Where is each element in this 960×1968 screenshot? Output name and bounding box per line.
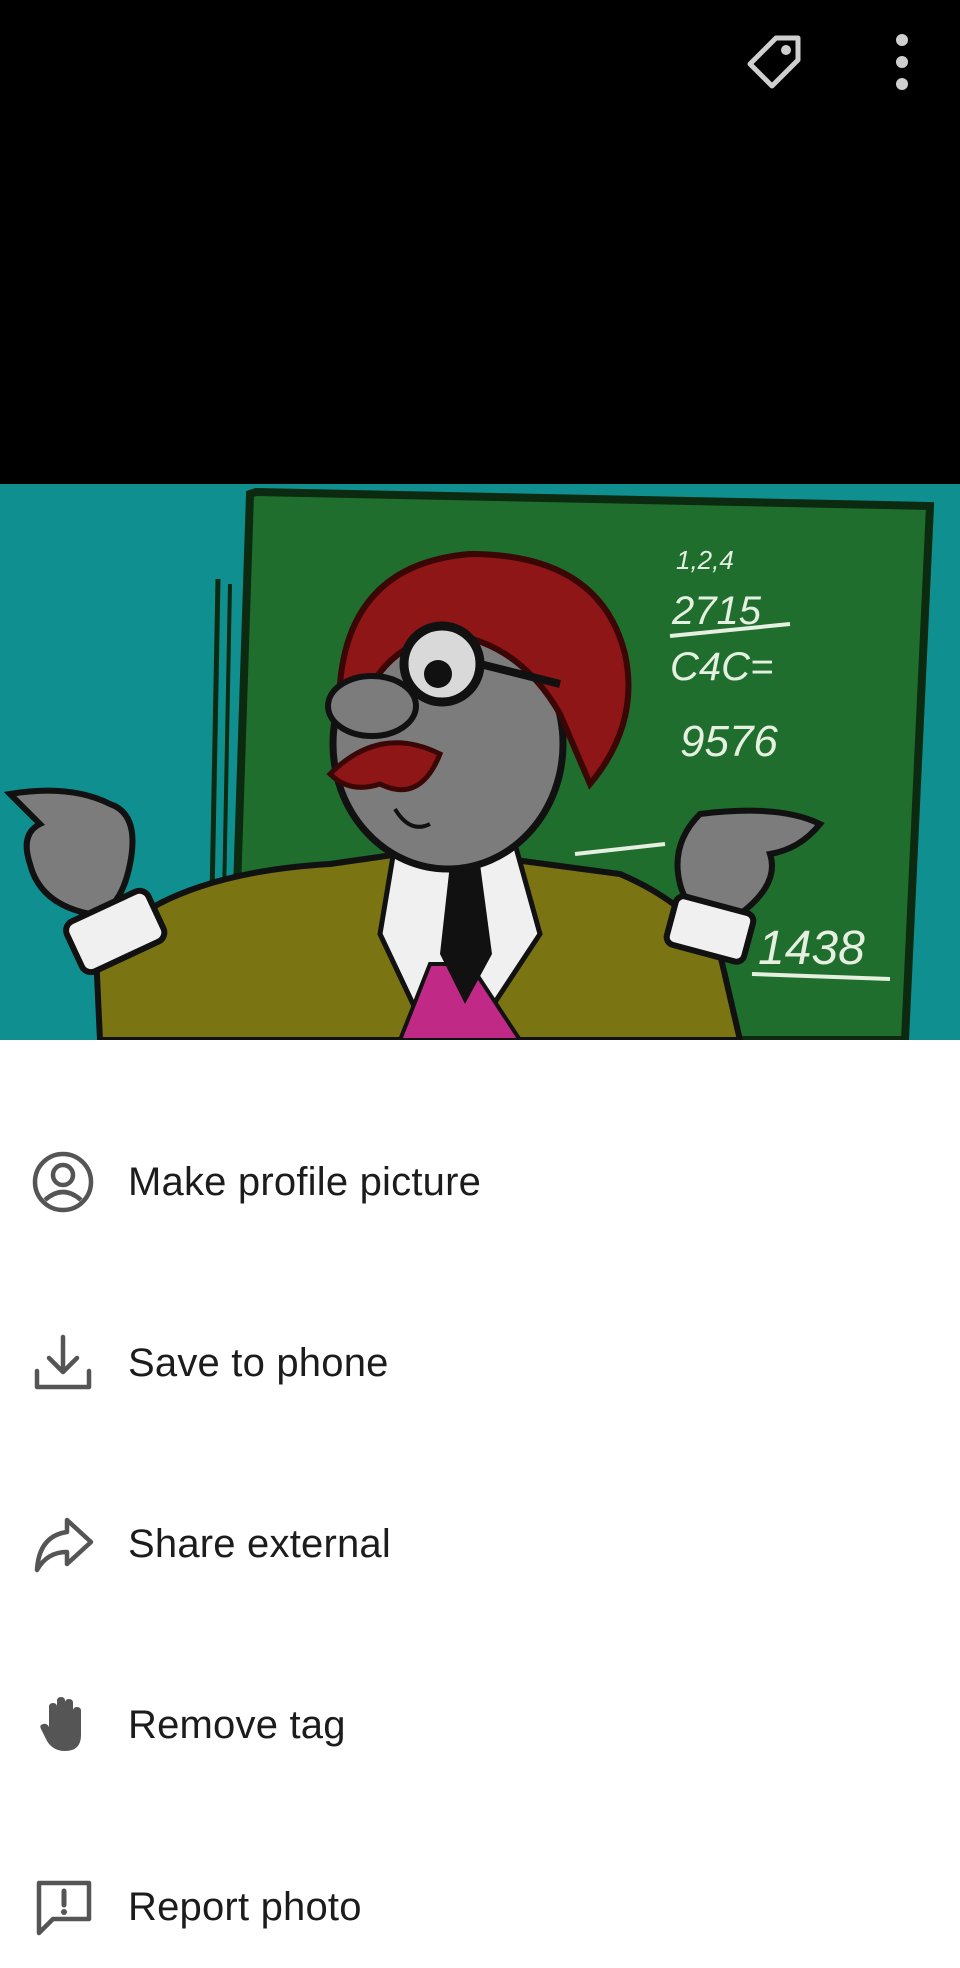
account-circle-icon (31, 1150, 95, 1214)
tag-button[interactable] (738, 28, 810, 100)
report-photo-label: Report photo (128, 1884, 362, 1929)
make-profile-picture-label: Make profile picture (128, 1159, 482, 1204)
share-external-item[interactable]: Share external (0, 1489, 960, 1599)
save-to-phone-label: Save to phone (128, 1340, 389, 1385)
download-icon (31, 1331, 95, 1395)
hand-icon (31, 1693, 95, 1757)
make-profile-picture-item[interactable]: Make profile picture (0, 1127, 960, 1237)
top-actions (738, 28, 938, 100)
board-text-4: 9576 (680, 717, 778, 766)
more-vert-icon (890, 30, 914, 99)
save-to-phone-item[interactable]: Save to phone (0, 1308, 960, 1418)
more-options-button[interactable] (866, 28, 938, 100)
photo-options-menu: Make profile picture Save to phone Share… (0, 1040, 960, 1968)
photo-viewer-screen: 1,2,4 2715 C4C= 9576 1438 Make profile p… (0, 0, 960, 1968)
report-photo-item[interactable]: Report photo (0, 1852, 960, 1962)
viewer-top-area (0, 0, 960, 484)
report-flag-icon (31, 1875, 95, 1939)
board-text-3: C4C= (670, 645, 773, 689)
board-text-1: 1,2,4 (676, 545, 734, 575)
share-external-label: Share external (128, 1521, 391, 1566)
remove-tag-label: Remove tag (128, 1702, 346, 1747)
tag-icon (742, 30, 806, 99)
share-arrow-icon (31, 1512, 95, 1576)
photo-image[interactable]: 1,2,4 2715 C4C= 9576 1438 (0, 484, 960, 1040)
board-text-5: 1438 (758, 922, 865, 975)
remove-tag-item[interactable]: Remove tag (0, 1670, 960, 1780)
